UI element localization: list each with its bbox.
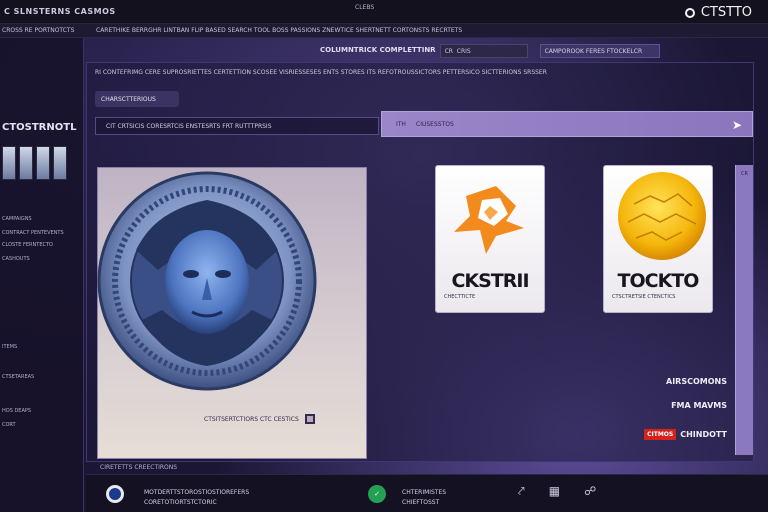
hero-caption-text: CTSITSERTCTIORS CTC CESTICS bbox=[204, 415, 299, 423]
search-row: COLUMNTRICK COMPLETTINR CAMPOROOK FERES … bbox=[320, 44, 660, 58]
stat-text: CHINDOTT bbox=[680, 430, 727, 439]
sidebar-item[interactable]: CAMPAIGNS bbox=[2, 216, 32, 222]
brand-logo[interactable]: CTSTTO bbox=[684, 5, 752, 20]
brand-card-sub: CTSCTRETSIE CTENCTICS bbox=[612, 294, 676, 300]
stat-line: AIRSCOMONS bbox=[666, 377, 727, 386]
stat-line: FMA MAVMS bbox=[671, 401, 727, 410]
right-rail[interactable]: CR bbox=[735, 165, 753, 455]
bottom-bar: MOTDERTTSTOROSTIOSTIOREFERS CORETOTIORTS… bbox=[86, 474, 768, 512]
thumbnail[interactable] bbox=[36, 146, 50, 180]
sidebar-item[interactable]: HOS DEAPS bbox=[2, 408, 31, 414]
tab-strip[interactable]: RI CONTEFRIMG CERE SUPROSRIETTES CERTETT… bbox=[95, 69, 547, 76]
brand-card[interactable]: TOCKTO CTSCTRETSIE CTENCTICS bbox=[603, 165, 713, 313]
menu-left[interactable]: CROSS RE PORTNOTCTS bbox=[2, 27, 74, 34]
medallion-image bbox=[97, 171, 317, 391]
sidebar-item[interactable]: ITEMS bbox=[2, 344, 17, 350]
status-badge[interactable]: CITMOS bbox=[644, 429, 677, 440]
footer-item-line: CHIEFTOSST bbox=[402, 499, 440, 506]
sidebar-item[interactable]: CASHOUTS bbox=[2, 256, 30, 262]
filter-pill[interactable]: CAMPOROOK FERES FTOCKELCR bbox=[539, 44, 660, 58]
selection-number: ITH bbox=[396, 121, 406, 128]
window-label: CLEBS bbox=[355, 4, 375, 11]
bottom-toolbar-icons: ⤤ ▦ ☍ bbox=[518, 484, 596, 499]
thumbnail[interactable] bbox=[19, 146, 33, 180]
selection-bar[interactable]: ITH CIUSESSTOS ➤ bbox=[381, 111, 753, 137]
menu-bar: CROSS RE PORTNOTCTS CARETHIKE BERRGHR LI… bbox=[0, 24, 768, 38]
footer-item-line: CHTERIMISTES bbox=[402, 489, 447, 496]
gallery-icon[interactable] bbox=[304, 414, 315, 424]
avatar[interactable] bbox=[106, 485, 124, 503]
sidebar-title: CTOSTRNOTL bbox=[2, 122, 77, 133]
title-bar: C SLNSTERNS CASMOS CLEBS CTSTTO bbox=[0, 0, 768, 24]
brand-card-name: CKSTRII bbox=[451, 270, 529, 292]
sidebar-item[interactable]: CONTRACT PENTEVENTS bbox=[2, 230, 64, 236]
search-label: COLUMNTRICK COMPLETTINR bbox=[320, 46, 436, 54]
brand-card[interactable]: CKSTRII CHECTTICTE bbox=[435, 165, 545, 313]
chart-icon[interactable]: ▦ bbox=[549, 484, 560, 499]
brand-name: CTSTTO bbox=[700, 5, 752, 20]
footer-item-text: CHTERIMISTES CHIEFTOSST bbox=[402, 488, 446, 508]
footer-label: CIRETETTS CREECTIRONS bbox=[100, 464, 178, 471]
sidebar-thumbnails bbox=[2, 146, 67, 180]
star-burst-logo-icon bbox=[454, 186, 524, 254]
link-icon[interactable]: ☍ bbox=[584, 484, 596, 499]
selection-text: CIUSESSTOS bbox=[416, 121, 454, 128]
main-panel: RI CONTEFRIMG CERE SUPROSRIETTES CERTETT… bbox=[86, 62, 754, 462]
thumbnail[interactable] bbox=[53, 146, 67, 180]
rail-label: CR bbox=[741, 171, 748, 177]
section-chip[interactable]: CHARSCTTERIOUS bbox=[95, 91, 179, 107]
footer-item-line: CORETOTIORTSTCTORIC bbox=[144, 499, 217, 506]
gold-cluster-logo-icon bbox=[618, 172, 706, 260]
thumbnail[interactable] bbox=[2, 146, 16, 180]
brand-card-name: TOCKTO bbox=[617, 270, 700, 292]
shuffle-icon[interactable]: ⤤ bbox=[518, 484, 525, 499]
stat-line: CITMOS CHINDOTT bbox=[644, 429, 727, 440]
navigate-arrow-icon[interactable]: ➤ bbox=[732, 118, 742, 132]
brand-card-sub: CHECTTICTE bbox=[444, 294, 476, 300]
sidebar: CTOSTRNOTL CAMPAIGNS CONTRACT PENTEVENTS… bbox=[0, 38, 84, 512]
search-input[interactable] bbox=[439, 44, 528, 58]
hero-caption: CTSITSERTCTIORS CTC CESTICS bbox=[204, 414, 315, 424]
status-online-icon[interactable]: ✓ bbox=[368, 485, 386, 503]
hero-card[interactable]: CTSITSERTCTIORS CTC CESTICS bbox=[97, 167, 367, 459]
sidebar-item[interactable]: CLOSTE FERNTECTO bbox=[2, 242, 53, 248]
footer-item-text: MOTDERTTSTOROSTIOSTIOREFERS CORETOTIORTS… bbox=[144, 488, 249, 508]
footer-item-line: MOTDERTTSTOROSTIOSTIOREFERS bbox=[144, 489, 250, 496]
app-title: C SLNSTERNS CASMOS bbox=[4, 7, 116, 16]
breadcrumb[interactable]: CIT CRTSICIS CORESRTCIS ENSTESRTS FRT RU… bbox=[95, 117, 379, 135]
sidebar-item[interactable]: CTSETAREAS bbox=[2, 374, 34, 380]
menu-items[interactable]: CARETHIKE BERRGHR LINTBAN FLIP BASED SEA… bbox=[96, 27, 462, 34]
sidebar-item[interactable]: CORT bbox=[2, 422, 16, 428]
brand-ring-icon bbox=[684, 7, 695, 18]
